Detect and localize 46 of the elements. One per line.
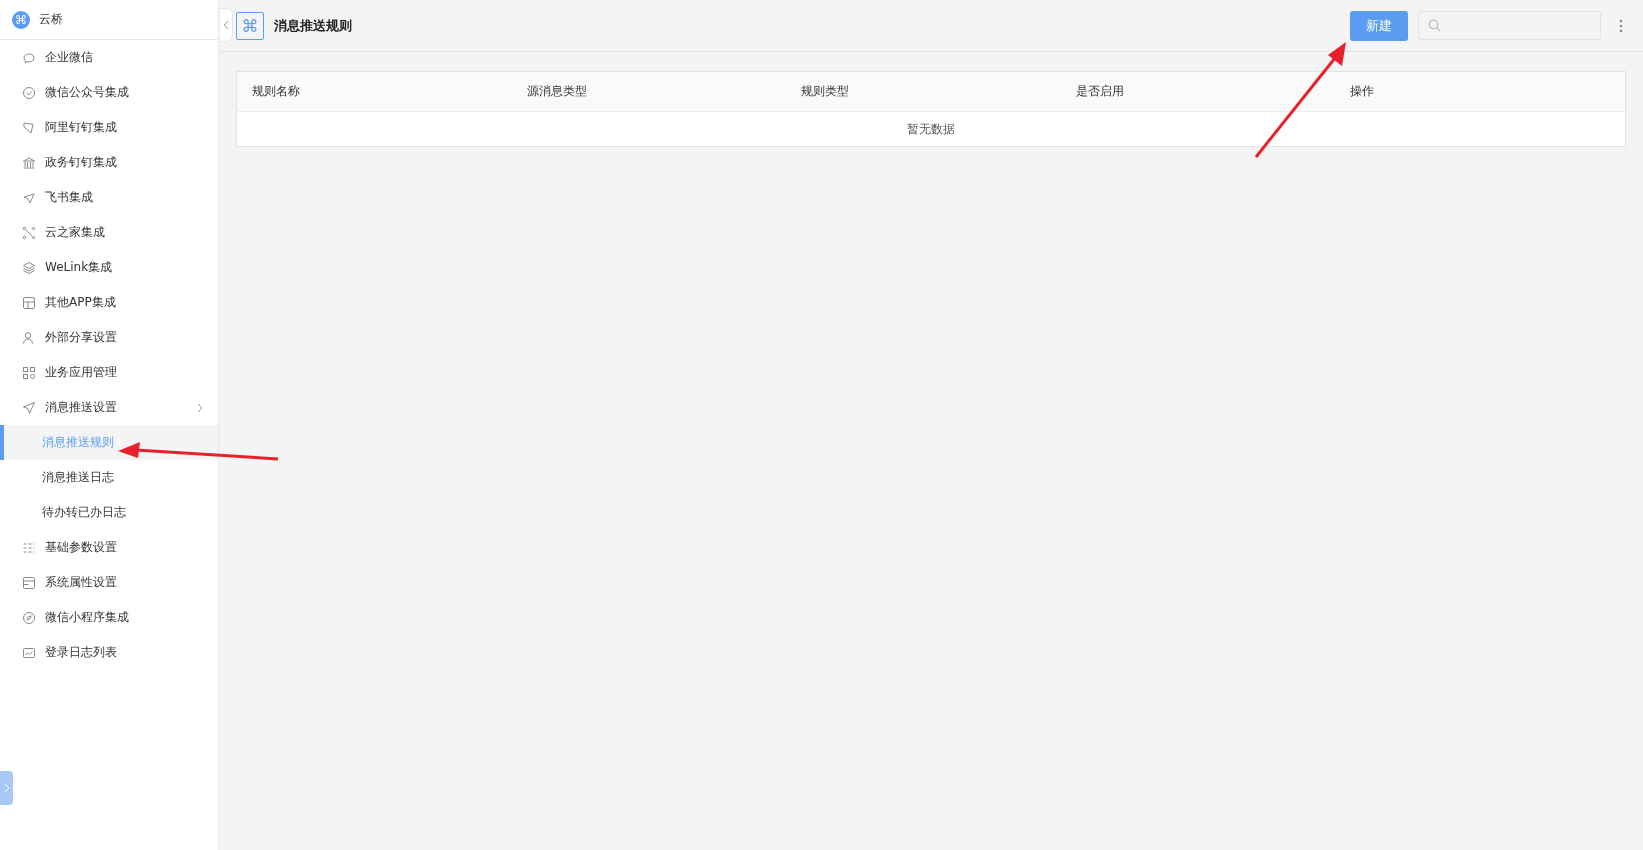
badge-icon	[22, 85, 36, 100]
sidebar-item[interactable]: WeLink集成	[0, 250, 218, 285]
tag-icon	[22, 120, 36, 135]
sidebar-item[interactable]: 飞书集成	[0, 180, 218, 215]
column-header: 是否启用	[1075, 83, 1125, 100]
send-icon	[22, 400, 36, 415]
page-icon: ⌘	[236, 11, 264, 40]
sidebar-item[interactable]: 待办转已办日志	[0, 495, 218, 530]
user-icon	[22, 330, 36, 345]
column-header: 操作	[1350, 83, 1376, 100]
bank-icon	[22, 155, 36, 170]
nodes-icon	[22, 225, 36, 240]
expand-sidebar-button[interactable]	[0, 771, 13, 805]
chevron-left-icon	[223, 20, 229, 30]
grid-icon	[22, 365, 36, 380]
chevron-right-icon	[3, 783, 10, 793]
sidebar-item[interactable]: 基础参数设置	[0, 530, 218, 565]
search-icon	[1428, 19, 1441, 32]
sidebar-item[interactable]: 政务钉钉集成	[0, 145, 218, 180]
sidebar-item[interactable]: 业务应用管理	[0, 355, 218, 390]
sidebar-item[interactable]: 系统属性设置	[0, 565, 218, 600]
page-title: 消息推送规则	[274, 16, 352, 35]
search-field[interactable]	[1418, 11, 1601, 40]
sidebar-item[interactable]: 阿里钉钉集成	[0, 110, 218, 145]
column-header: 规则类型	[801, 83, 851, 100]
more-icon[interactable]	[1619, 18, 1623, 33]
sidebar-item[interactable]: 消息推送日志	[0, 460, 218, 495]
window-icon	[22, 575, 36, 590]
compass-icon	[22, 610, 36, 625]
sidebar-item[interactable]: 微信小程序集成	[0, 600, 218, 635]
app-logo: ⌘	[12, 10, 30, 29]
app-name: 云桥	[39, 11, 63, 28]
sidebar-item[interactable]: 登录日志列表	[0, 635, 218, 670]
chat-icon	[22, 50, 36, 65]
sidebar-item[interactable]: 微信公众号集成	[0, 75, 218, 110]
sidebar-item[interactable]: 其他APP集成	[0, 285, 218, 320]
collapse-sidebar-button[interactable]	[220, 8, 233, 42]
sidebar-item[interactable]: 外部分享设置	[0, 320, 218, 355]
sidebar-item[interactable]: 企业微信	[0, 40, 218, 75]
column-header: 源消息类型	[526, 83, 588, 100]
plane-icon	[22, 190, 36, 205]
layers-icon	[22, 260, 36, 275]
column-header: 规则名称	[252, 83, 301, 100]
sidebar-item[interactable]: 消息推送设置	[0, 390, 218, 425]
sidebar-item[interactable]: 云之家集成	[0, 215, 218, 250]
empty-message: 暂无数据	[907, 120, 955, 138]
